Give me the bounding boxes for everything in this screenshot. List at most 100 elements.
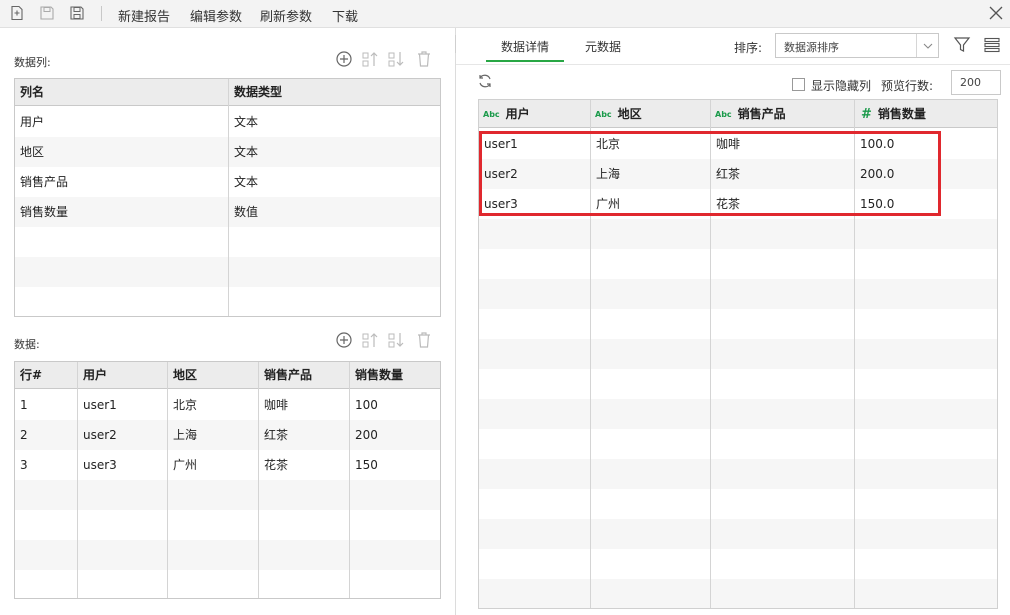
column-name-cell: 销售产品 [20,175,69,189]
new-report-button[interactable]: 新建报告 [118,6,170,25]
data-detail-table: Abc 用户 Abc 地区 Abc 销售产品 # 销售数量 user1 北京 咖啡 10… [478,99,998,609]
table-row[interactable]: user3 广州 花茶 150.0 [479,189,997,219]
table-row[interactable]: user1 北京 咖啡 100.0 [479,129,997,159]
grid-line [167,362,168,598]
empty-row [479,249,997,279]
data-section-label: 数据: [14,338,40,351]
toolbar: 新建报告 编辑参数 刷新参数 下载 [0,0,1010,28]
filter-icon[interactable] [953,36,971,54]
right-panel: 数据详情 元数据 排序: 数据源排序 显示隐藏列 预览行数: 200 Abc 用户… [456,28,1010,615]
data-cell: 咖啡 [264,398,289,412]
data-header-user[interactable]: 用户 [78,362,107,389]
detail-cell: 红茶 [716,167,741,181]
refresh-params-button[interactable]: 刷新参数 [260,6,312,25]
data-header-quantity[interactable]: 销售数量 [350,362,403,389]
detail-header-label: 用户 [505,107,530,121]
move-down-icon[interactable] [387,331,405,349]
data-cell: 花茶 [264,458,289,472]
table-row[interactable]: 1 user1 北京 咖啡 100 [15,390,440,420]
grid-line [349,362,350,598]
sort-select[interactable]: 数据源排序 [775,33,939,58]
data-cell: 100 [355,398,378,412]
data-cell: 北京 [173,398,198,412]
grid-line [228,79,229,316]
new-file-icon[interactable] [9,5,25,21]
grid-line [258,362,259,598]
move-up-icon[interactable] [361,50,379,68]
grid-line [854,100,855,608]
toolbar-separator [101,6,102,21]
add-icon[interactable] [335,50,353,68]
empty-row [479,549,997,579]
show-hidden-checkbox[interactable] [792,78,805,91]
detail-header-quantity[interactable]: # 销售数量 [855,100,926,128]
table-row[interactable]: user2 上海 红茶 200.0 [479,159,997,189]
sort-select-value: 数据源排序 [784,41,839,54]
table-row[interactable]: 2 user2 上海 红茶 200 [15,420,440,450]
data-cell: 1 [20,398,28,412]
sort-select-arrow[interactable] [916,34,938,57]
column-name-cell: 销售数量 [20,205,69,219]
detail-cell: 200.0 [860,167,895,181]
empty-row [479,579,997,608]
move-down-icon[interactable] [387,50,405,68]
detail-cell: 上海 [596,167,621,181]
edit-params-button[interactable]: 编辑参数 [190,6,242,25]
empty-row [479,429,997,459]
tab-data-details[interactable]: 数据详情 [486,38,564,62]
grid-line [710,100,711,608]
detail-cell: 150.0 [860,197,895,211]
preview-rows-input[interactable]: 200 [951,70,1001,95]
detail-header-region[interactable]: Abc 地区 [591,100,642,128]
column-type-cell: 文本 [234,145,259,159]
data-toolbar [335,331,435,349]
empty-row [479,339,997,369]
close-icon[interactable] [988,5,1004,21]
detail-header-product[interactable]: Abc 销售产品 [711,100,786,128]
detail-cell: 100.0 [860,137,895,151]
column-header-name[interactable]: 列名 [15,79,44,106]
data-header-region[interactable]: 地区 [168,362,197,389]
empty-row [479,279,997,309]
grid-line [77,362,78,598]
tab-metadata[interactable]: 元数据 [578,38,628,62]
detail-cell: 广州 [596,197,621,211]
add-icon[interactable] [335,331,353,349]
delete-icon[interactable] [415,50,433,68]
detail-cell: user3 [484,197,518,211]
empty-row [15,480,440,510]
text-type-icon: Abc [483,110,500,119]
data-cell: 上海 [173,428,198,442]
empty-row [479,399,997,429]
column-type-cell: 数值 [234,205,259,219]
save-icon[interactable] [39,5,55,21]
save-as-icon[interactable] [69,5,85,21]
column-type-cell: 文本 [234,175,259,189]
data-header-rownum[interactable]: 行# [15,362,42,389]
data-header-product[interactable]: 销售产品 [259,362,312,389]
detail-table-header: Abc 用户 Abc 地区 Abc 销售产品 # 销售数量 [479,100,997,128]
rows-menu-icon[interactable] [983,36,1001,54]
detail-header-user[interactable]: Abc 用户 [479,100,530,128]
columns-toolbar [335,50,435,68]
delete-icon[interactable] [415,331,433,349]
detail-cell: user2 [484,167,518,181]
sort-label: 排序: [734,41,763,55]
data-cell: 红茶 [264,428,289,442]
columns-section-label: 数据列: [14,56,51,69]
refresh-icon[interactable] [477,73,493,89]
move-up-icon[interactable] [361,331,379,349]
empty-row [15,510,440,540]
data-cell: 3 [20,458,28,472]
preview-rows-label: 预览行数: [881,79,934,93]
data-cell: user1 [83,398,117,412]
empty-row [479,219,997,249]
right-header-separator [456,64,1010,65]
text-type-icon: Abc [715,110,732,119]
data-cell: 2 [20,428,28,442]
table-row[interactable]: 3 user3 广州 花茶 150 [15,450,440,480]
detail-header-label: 销售产品 [737,107,786,121]
column-header-type[interactable]: 数据类型 [229,79,282,106]
text-type-icon: Abc [595,110,612,119]
download-button[interactable]: 下载 [332,6,358,25]
